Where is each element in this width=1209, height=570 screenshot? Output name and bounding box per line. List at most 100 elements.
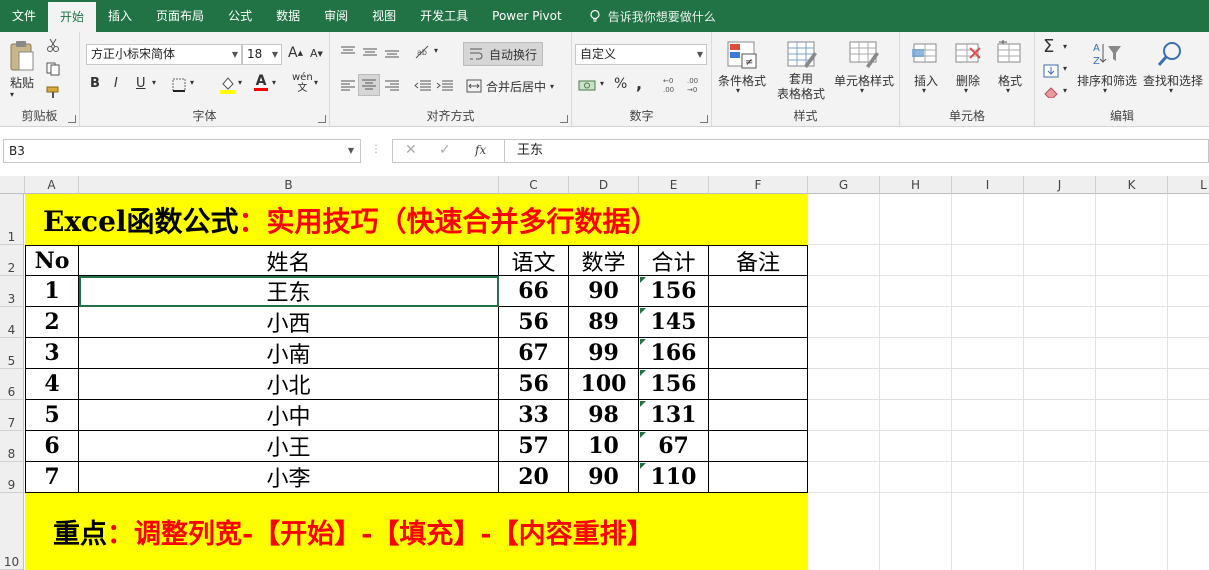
table-cell[interactable]: 1 [25,276,79,307]
cell-styles-dropdown-icon[interactable]: ▾ [860,86,864,95]
tab-page-layout[interactable]: 页面布局 [144,0,216,32]
formula-input[interactable]: 王东 [505,139,1209,163]
confirm-icon[interactable]: ✓ [439,142,451,158]
conditional-dropdown-icon[interactable]: ▾ [736,86,740,95]
number-launcher-icon[interactable] [700,115,708,123]
column-header-h[interactable]: H [880,176,952,194]
format-cells-icon[interactable] [996,40,1024,68]
tab-insert[interactable]: 插入 [96,0,144,32]
footer-note-cell[interactable]: 重点 ：调整列宽-【开始】-【填充】-【内容重排】 [25,493,808,570]
table-cell[interactable]: 20 [499,462,569,493]
table-cell[interactable]: 156 [639,276,709,307]
paste-button[interactable]: 粘贴 [4,74,40,91]
phonetic-dropdown-icon[interactable]: ▾ [314,78,318,87]
fill-dropdown-icon[interactable]: ▾ [1063,64,1067,73]
table-cell[interactable]: 小王 [79,431,499,462]
border-icon[interactable] [172,78,186,92]
header-cell-name[interactable]: 姓名 [79,246,499,276]
table-cell[interactable]: 100 [569,369,639,400]
tab-home[interactable]: 开始 [48,2,97,32]
format-painter-icon[interactable] [46,86,62,100]
tab-data[interactable]: 数据 [264,0,312,32]
row-header-2[interactable]: 2 [0,245,24,276]
paste-dropdown-icon[interactable]: ▾ [10,90,14,99]
autosum-dropdown-icon[interactable]: ▾ [1063,42,1067,51]
table-cell[interactable]: 166 [639,338,709,369]
table-cell[interactable]: 90 [569,276,639,307]
column-header-k[interactable]: K [1096,176,1168,194]
header-cell-total[interactable]: 合计 [639,246,709,276]
clear-icon[interactable] [1043,86,1059,98]
row-header-9[interactable]: 9 [0,462,24,493]
table-cell[interactable]: 67 [639,431,709,462]
table-cell[interactable] [709,400,808,431]
table-cell-selected[interactable]: 王东 [79,276,499,307]
tab-file[interactable]: 文件 [0,0,48,32]
wrap-text-button[interactable]: 自动换行 [463,42,544,66]
column-header-a[interactable]: A [25,176,79,194]
table-cell[interactable] [709,307,808,338]
row-header-7[interactable]: 7 [0,400,24,431]
cut-icon[interactable] [46,38,60,52]
table-cell[interactable]: 4 [25,369,79,400]
clear-dropdown-icon[interactable]: ▾ [1063,86,1067,95]
increase-decimal-icon[interactable]: ←0.00 [662,76,682,94]
column-header-g[interactable]: G [808,176,880,194]
table-cell[interactable]: 小南 [79,338,499,369]
tab-developer[interactable]: 开发工具 [408,0,480,32]
fill-dropdown-icon[interactable]: ▾ [238,78,242,87]
align-left-icon[interactable] [340,80,356,92]
tab-power-pivot[interactable]: Power Pivot [480,0,574,32]
row-header-4[interactable]: 4 [0,307,24,338]
font-launcher-icon[interactable] [318,115,326,123]
decrease-decimal-icon[interactable]: .00→0 [686,76,706,94]
table-cell[interactable]: 99 [569,338,639,369]
italic-button[interactable]: I [114,76,118,91]
tab-review[interactable]: 审阅 [312,0,360,32]
table-cell[interactable]: 7 [25,462,79,493]
paste-icon[interactable] [8,40,36,72]
row-header-6[interactable]: 6 [0,369,24,400]
table-cell[interactable]: 2 [25,307,79,338]
header-cell-remark[interactable]: 备注 [709,246,808,276]
table-cell[interactable] [709,369,808,400]
orientation-dropdown-icon[interactable]: ▾ [434,46,438,55]
sort-dropdown-icon[interactable]: ▾ [1103,86,1107,95]
merge-center-button[interactable]: 合并后居中 ▾ [466,76,554,96]
row-header-10[interactable]: 10 [0,493,24,570]
table-cell[interactable]: 67 [499,338,569,369]
decrease-indent-icon[interactable] [414,80,432,92]
sort-filter-icon[interactable]: AZ [1091,40,1123,68]
insert-function-icon[interactable]: fx [475,143,486,157]
row-header-3[interactable]: 3 [0,276,24,307]
alignment-launcher-icon[interactable] [560,115,568,123]
row-header-1[interactable]: 1 [0,194,24,245]
header-cell-chinese[interactable]: 语文 [499,246,569,276]
table-cell[interactable]: 156 [639,369,709,400]
title-cell[interactable]: Excel函数公式 ：实用技巧（快速合并多行数据） [25,194,808,245]
table-cell[interactable]: 98 [569,400,639,431]
table-cell[interactable]: 33 [499,400,569,431]
find-dropdown-icon[interactable]: ▾ [1169,86,1173,95]
format-as-table-button[interactable]: 套用 表格格式 [768,72,834,102]
column-header-c[interactable]: C [499,176,569,194]
table-cell[interactable]: 小李 [79,462,499,493]
align-bottom-icon[interactable] [384,46,400,58]
column-header-j[interactable]: J [1024,176,1096,194]
fill-color-icon[interactable] [220,76,236,94]
column-header-i[interactable]: I [952,176,1024,194]
table-cell[interactable] [709,462,808,493]
phonetic-button[interactable]: wén 文 [292,72,313,94]
column-header-f[interactable]: F [709,176,808,194]
tell-me-search[interactable]: 告诉我你想要做什么 [574,8,716,25]
table-cell[interactable]: 56 [499,307,569,338]
row-header-5[interactable]: 5 [0,338,24,369]
tab-view[interactable]: 视图 [360,0,408,32]
table-cell[interactable]: 6 [25,431,79,462]
column-header-b[interactable]: B [79,176,499,194]
column-header-d[interactable]: D [569,176,639,194]
table-cell[interactable]: 131 [639,400,709,431]
tab-formulas[interactable]: 公式 [216,0,264,32]
increase-indent-icon[interactable] [436,80,454,92]
table-cell[interactable]: 56 [499,369,569,400]
